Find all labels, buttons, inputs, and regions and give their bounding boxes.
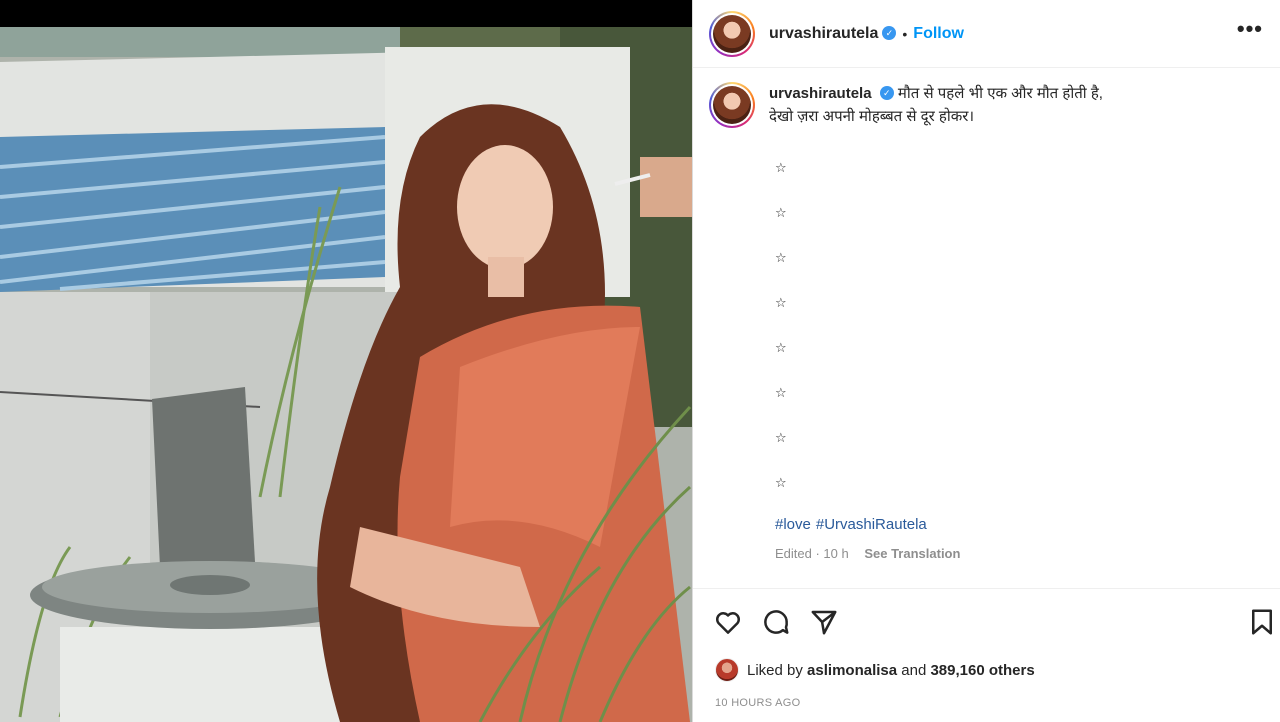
caption-avatar-inner (711, 84, 753, 126)
star-icon: ☆ (775, 160, 787, 175)
liked-by-user-link[interactable]: aslimonalisa (807, 662, 897, 679)
username-link[interactable]: urvashirautela (769, 25, 878, 43)
follow-button[interactable]: Follow (913, 25, 964, 43)
hashtags: #love #UrvashiRautela (775, 516, 932, 533)
liker-avatar[interactable] (715, 658, 739, 682)
caption-text: urvashirautela ✓ मौत से पहले भी एक और मौ… (769, 82, 1229, 128)
caption-line-2: देखो ज़रा अपनी मोहब्बत से दूर होकर। (769, 108, 975, 125)
star-icon: ☆ (775, 250, 787, 265)
post-timestamp: 10 HOURS AGO (715, 697, 801, 709)
photo-illustration (0, 27, 692, 722)
avatar-image (713, 14, 751, 53)
likes-count-link[interactable]: 389,160 others (930, 662, 1034, 679)
verified-badge-icon: ✓ (882, 25, 897, 40)
action-bar (693, 588, 1280, 652)
caption-meta: Edited · 10 h See Translation (775, 546, 960, 561)
caption-verified-badge-icon: ✓ (879, 86, 894, 101)
more-options-icon[interactable]: ••• (1237, 18, 1263, 40)
post-photo[interactable] (0, 27, 692, 722)
comment-icon[interactable] (761, 607, 791, 637)
post-image-panel (0, 0, 692, 722)
caption-area: urvashirautela ✓ मौत से पहले भी एक और मौ… (693, 68, 1280, 588)
star-icon: ☆ (775, 475, 787, 490)
likes-prefix: Liked by (747, 661, 803, 679)
post-details-panel: urvashirautela ✓ • Follow ••• urvashirau… (692, 0, 1280, 722)
separator-dot: • (902, 25, 908, 42)
caption-avatar-image (713, 86, 751, 124)
caption-username[interactable]: urvashirautela (769, 85, 872, 102)
see-translation-link[interactable]: See Translation (864, 546, 960, 561)
avatar[interactable] (709, 10, 755, 57)
star-icon: ☆ (775, 430, 787, 445)
star-icon: ☆ (775, 295, 787, 310)
star-icon: ☆ (775, 205, 787, 220)
likes-mid: and (901, 661, 927, 679)
avatar-inner (711, 12, 753, 55)
hashtag-love[interactable]: #love (775, 516, 811, 533)
hashtag-urvashirautela[interactable]: #UrvashiRautela (816, 516, 927, 533)
star-icon: ☆ (775, 340, 787, 355)
star-list: ☆ ☆ ☆ ☆ ☆ ☆ ☆ ☆ (775, 160, 787, 520)
star-icon: ☆ (775, 385, 787, 400)
caption-avatar[interactable] (709, 82, 755, 128)
caption-line-1: मौत से पहले भी एक और मौत होती है, (897, 85, 1103, 102)
bookmark-icon[interactable] (1247, 607, 1277, 637)
paper-plane-icon[interactable] (809, 607, 839, 637)
caption-row: urvashirautela ✓ मौत से पहले भी एक और मौ… (709, 82, 1265, 128)
edited-timestamp: Edited · 10 h (775, 546, 849, 561)
heart-icon[interactable] (713, 607, 743, 637)
likes-summary: Liked by aslimonalisa and 389,160 others (715, 658, 1035, 682)
post-header: urvashirautela ✓ • Follow ••• (693, 0, 1280, 68)
